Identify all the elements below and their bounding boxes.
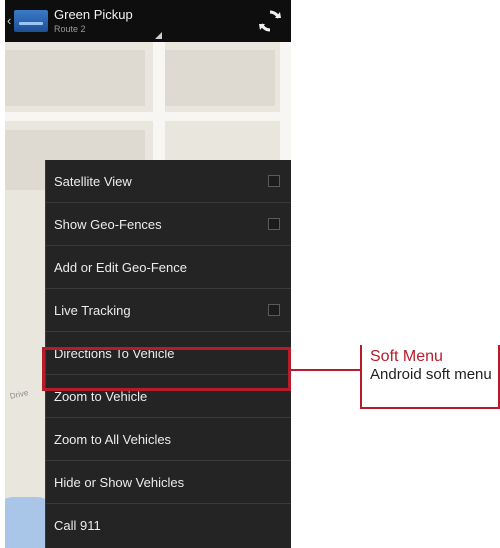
map-road [5,112,291,121]
menu-item-label: Satellite View [54,174,132,189]
spinner-indicator-icon [155,32,162,39]
page-title[interactable]: Green Pickup [54,7,133,22]
callout-highlight-box [42,347,291,391]
menu-item-hide-show-vehicles[interactable]: Hide or Show Vehicles [46,461,291,504]
action-bar: ‹ Green Pickup Route 2 [5,0,291,42]
phone-screen: Drive ‹ Green Pickup Route 2 Satellite V… [5,0,291,548]
map-block [165,50,275,106]
callout-title: Soft Menu [370,348,443,365]
app-logo-icon[interactable] [14,10,48,32]
menu-item-satellite-view[interactable]: Satellite View [46,160,291,203]
checkbox-icon[interactable] [268,304,280,316]
menu-item-label: Show Geo-Fences [54,217,162,232]
menu-item-label: Zoom to All Vehicles [54,432,172,447]
menu-item-call-911[interactable]: Call 911 [46,504,291,547]
menu-item-label: Live Tracking [54,303,131,318]
checkbox-icon[interactable] [268,175,280,187]
callout-description: Android soft menu [370,366,492,383]
refresh-icon [259,10,281,32]
refresh-button[interactable] [255,6,285,36]
menu-item-label: Add or Edit Geo-Fence [54,260,187,275]
page-subtitle: Route 2 [54,24,86,34]
menu-item-label: Call 911 [54,518,101,533]
menu-item-add-edit-geo-fence[interactable]: Add or Edit Geo-Fence [46,246,291,289]
back-caret-icon[interactable]: ‹ [7,14,11,27]
map-block [5,50,145,106]
menu-item-zoom-to-all-vehicles[interactable]: Zoom to All Vehicles [46,418,291,461]
checkbox-icon[interactable] [268,218,280,230]
callout-connector-line [291,369,360,371]
menu-item-label: Hide or Show Vehicles [54,475,185,490]
callout-box: Soft Menu Android soft menu [360,345,500,409]
menu-item-show-geo-fences[interactable]: Show Geo-Fences [46,203,291,246]
menu-item-live-tracking[interactable]: Live Tracking [46,289,291,332]
map-street-label: Drive [9,388,30,401]
